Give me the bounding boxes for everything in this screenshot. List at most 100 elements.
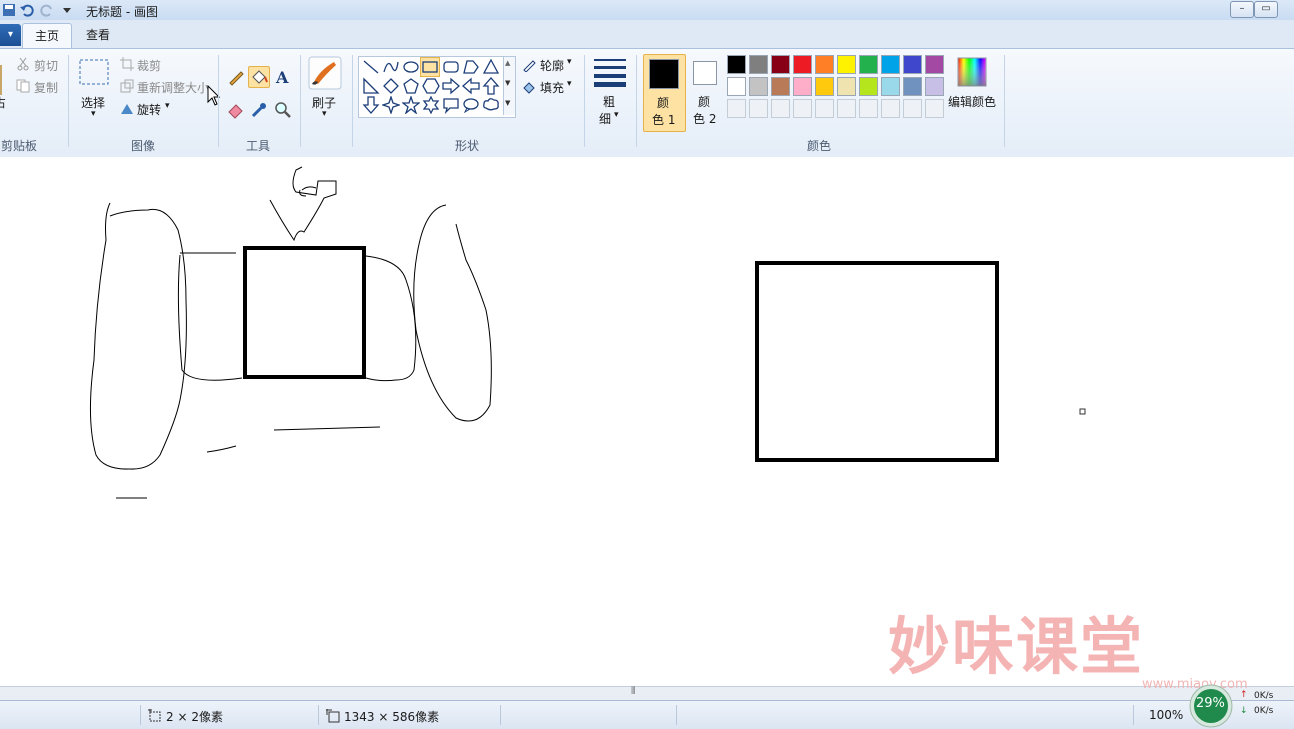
curve-shape-icon[interactable] — [382, 58, 400, 76]
up-arrow-shape-icon[interactable] — [482, 77, 500, 95]
custom-color-slot[interactable] — [749, 99, 768, 118]
crop-button[interactable]: 裁剪 — [137, 57, 161, 74]
custom-color-slot[interactable] — [771, 99, 790, 118]
five-point-star-shape-icon[interactable] — [402, 96, 420, 114]
color-swatch[interactable] — [749, 55, 768, 74]
fill-dropdown-arrow[interactable]: ▾ — [567, 79, 572, 89]
pencil-icon[interactable] — [225, 66, 247, 88]
freehand-right-blob — [413, 204, 492, 422]
color-swatch[interactable] — [771, 77, 790, 96]
color-swatch[interactable] — [859, 77, 878, 96]
color-swatch[interactable] — [903, 55, 922, 74]
color-swatch[interactable] — [727, 77, 746, 96]
network-speed-widget[interactable]: 29% ↑ 0K/s ↓ 0K/s — [1188, 684, 1294, 728]
drawing-canvas[interactable]: 妙味课堂 — [0, 157, 1294, 686]
edit-colors-button[interactable]: 编辑颜色 — [948, 93, 996, 110]
color-swatch[interactable] — [815, 77, 834, 96]
left-arrow-shape-icon[interactable] — [462, 77, 480, 95]
oval-shape-icon[interactable] — [402, 58, 420, 76]
fill-button[interactable]: 填充 — [540, 79, 564, 96]
freehand-short-stroke — [206, 445, 237, 453]
color-swatch[interactable] — [925, 77, 944, 96]
color-picker-icon[interactable] — [248, 99, 270, 121]
oval-callout-shape-icon[interactable] — [462, 96, 480, 114]
brush-icon[interactable] — [308, 56, 342, 90]
color-swatch[interactable] — [749, 77, 768, 96]
brushes-dropdown-arrow[interactable]: ▾ — [322, 109, 327, 119]
paste-label[interactable]: 占 — [0, 94, 6, 111]
customize-toolbar-icon[interactable] — [60, 3, 74, 17]
color-swatch[interactable] — [881, 55, 900, 74]
status-divider — [140, 705, 141, 725]
six-point-star-shape-icon[interactable] — [422, 96, 440, 114]
rect-callout-shape-icon[interactable] — [442, 96, 460, 114]
pentagon-shape-icon[interactable] — [402, 77, 420, 95]
resize-button[interactable]: 重新调整大小 — [137, 79, 209, 96]
rounded-rectangle-shape-icon[interactable] — [442, 58, 460, 76]
select-dropdown-arrow[interactable]: ▾ — [91, 109, 96, 119]
copy-button[interactable]: 复制 — [34, 79, 58, 96]
color-swatch[interactable] — [837, 77, 856, 96]
zoom-level[interactable]: 100% — [1149, 708, 1183, 722]
color-swatch[interactable] — [859, 55, 878, 74]
outline-button[interactable]: 轮廓 — [540, 57, 564, 74]
color-swatch[interactable] — [793, 55, 812, 74]
color-swatch[interactable] — [903, 77, 922, 96]
cloud-callout-shape-icon[interactable] — [482, 96, 500, 114]
right-arrow-shape-icon[interactable] — [442, 77, 460, 95]
scroll-grip-icon[interactable]: ⦀ — [631, 686, 635, 697]
line-size-icon[interactable] — [592, 57, 628, 87]
edit-colors-icon[interactable] — [957, 57, 987, 87]
eraser-icon[interactable] — [225, 99, 247, 121]
color-swatch[interactable] — [771, 55, 790, 74]
tab-view[interactable]: 查看 — [74, 23, 122, 47]
diamond-shape-icon[interactable] — [382, 77, 400, 95]
custom-color-slot[interactable] — [881, 99, 900, 118]
size-dropdown-arrow[interactable]: ▾ — [614, 110, 619, 120]
color-swatch[interactable] — [727, 55, 746, 74]
custom-color-slot[interactable] — [793, 99, 812, 118]
color-swatch[interactable] — [815, 55, 834, 74]
hexagon-shape-icon[interactable] — [422, 77, 440, 95]
polygon-shape-icon[interactable] — [462, 58, 480, 76]
color1-button[interactable]: 颜 色 1 — [643, 54, 686, 132]
down-arrow-shape-icon[interactable] — [362, 96, 380, 114]
line-shape-icon[interactable] — [362, 58, 380, 76]
text-tool-icon[interactable]: A — [272, 66, 294, 88]
horizontal-scrollbar[interactable]: ⦀ — [0, 686, 1294, 701]
freehand-left-inner — [177, 254, 243, 381]
custom-color-slot[interactable] — [903, 99, 922, 118]
custom-color-slot[interactable] — [837, 99, 856, 118]
select-icon[interactable] — [79, 59, 109, 85]
custom-color-slot[interactable] — [925, 99, 944, 118]
color-swatch[interactable] — [925, 55, 944, 74]
right-triangle-shape-icon[interactable] — [362, 77, 380, 95]
minimize-button[interactable]: – — [1230, 1, 1254, 18]
file-menu-button[interactable]: ▾ — [0, 24, 21, 46]
rotate-button[interactable]: 旋转 — [137, 101, 161, 118]
size-label-bottom[interactable]: 细 — [599, 110, 611, 127]
tools-group-label: 工具 — [245, 139, 270, 153]
color-swatch[interactable] — [837, 55, 856, 74]
fill-bucket-icon[interactable] — [248, 66, 270, 88]
tab-home[interactable]: 主页 — [22, 23, 73, 48]
redo-icon[interactable] — [40, 3, 54, 17]
rotate-dropdown-arrow[interactable]: ▾ — [165, 101, 170, 111]
rectangle-shape-icon[interactable] — [420, 57, 440, 77]
magnifier-icon[interactable] — [272, 99, 294, 121]
save-icon[interactable] — [2, 3, 16, 17]
custom-color-slot[interactable] — [859, 99, 878, 118]
cut-button[interactable]: 剪切 — [34, 57, 58, 74]
shapes-scrollbar[interactable]: ▲ ▼ ▼ — [503, 57, 515, 115]
color2-button[interactable]: 颜 色 2 — [688, 54, 724, 130]
custom-color-slot[interactable] — [815, 99, 834, 118]
custom-color-slot[interactable] — [727, 99, 746, 118]
color-swatch[interactable] — [881, 77, 900, 96]
outline-dropdown-arrow[interactable]: ▾ — [567, 57, 572, 67]
maximize-button[interactable]: ▭ — [1254, 1, 1278, 18]
four-point-star-shape-icon[interactable] — [382, 96, 400, 114]
color-swatch[interactable] — [793, 77, 812, 96]
size-label-top[interactable]: 粗 — [603, 93, 615, 110]
undo-icon[interactable] — [20, 3, 34, 17]
triangle-shape-icon[interactable] — [482, 58, 500, 76]
